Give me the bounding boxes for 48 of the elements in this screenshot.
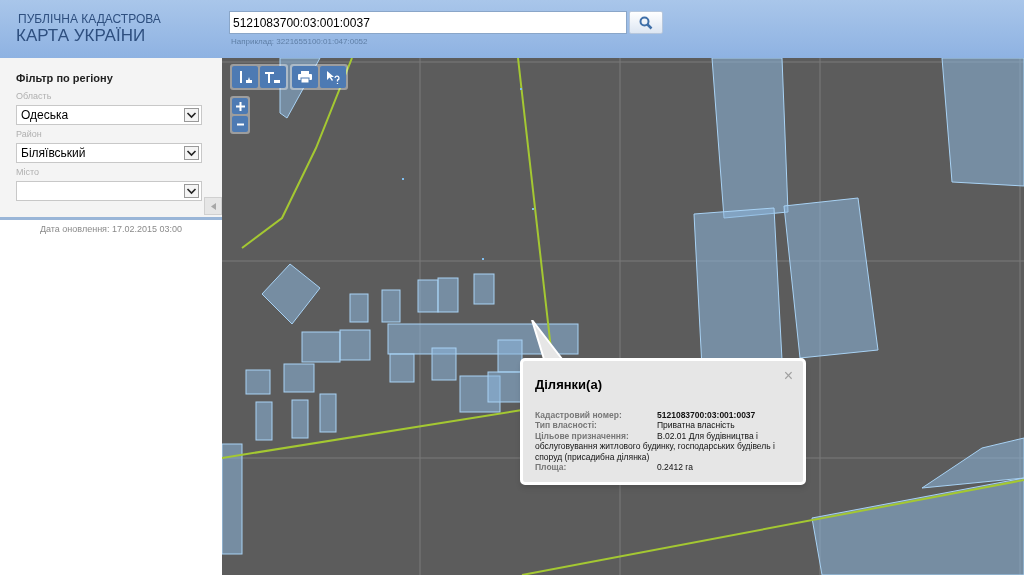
- print-button[interactable]: [292, 66, 318, 88]
- field-label: Область: [16, 89, 53, 101]
- ruler-icon: [237, 70, 253, 84]
- land-parcel: [437, 277, 459, 313]
- chevron-down-icon: [184, 183, 199, 198]
- cursor-question-icon: [326, 70, 340, 84]
- identify-button[interactable]: [320, 66, 346, 88]
- popup-pointer: [530, 320, 564, 360]
- popup-title: Ділянки(а): [535, 376, 603, 394]
- field-label: Район: [16, 127, 43, 139]
- print-icon: [298, 71, 312, 83]
- land-parcel: [301, 331, 341, 363]
- land-parcel: [349, 293, 369, 323]
- zoom-out-button[interactable]: [232, 116, 248, 132]
- chevron-down-icon: [184, 107, 199, 122]
- land-parcel: [459, 375, 501, 413]
- collapse-icon: [210, 202, 216, 210]
- measure-distance-button[interactable]: [232, 66, 258, 88]
- land-parcel: [291, 399, 309, 439]
- map-view[interactable]: [222, 58, 1024, 575]
- land-parcel: [245, 369, 271, 395]
- land-parcel: [261, 263, 321, 325]
- measure-area-button[interactable]: [260, 66, 286, 88]
- popup-row-text: Кадастровий номер: 5121083700:03:001:0037: [535, 409, 757, 420]
- dropdown[interactable]: Біляївський: [16, 142, 202, 163]
- land-parcel: [417, 279, 439, 313]
- site-title: КАРТА УКРАЇНИ: [16, 26, 146, 46]
- dropdown[interactable]: Одеська: [16, 104, 202, 125]
- land-parcel: [319, 393, 337, 433]
- search-button[interactable]: [629, 11, 663, 34]
- popup-row-text: Цільове призначення: В.02.01 Для будівництва і обслуговування житлового будинку, господарських будівель і споруд (присадибна ділянка): [535, 430, 776, 462]
- filter-title: Фільтр по регіону: [16, 71, 114, 86]
- zoom-in-button[interactable]: [232, 98, 248, 114]
- land-parcel: [473, 273, 495, 305]
- site-title: ПУБЛІЧНА КАДАСТРОВА: [17, 12, 162, 26]
- search-field[interactable]: 5121083700:03:001:0037: [229, 11, 627, 34]
- chevron-down-icon: [184, 145, 199, 160]
- popup-row-text: Площа: 0.2412 га: [535, 462, 694, 473]
- plus-icon: [235, 101, 245, 111]
- land-parcel: [283, 363, 315, 393]
- update-date: Дата оновлення: 17.02.2015 03:00: [38, 223, 184, 236]
- search-icon: [639, 15, 653, 30]
- field-label: Місто: [16, 165, 41, 177]
- search-example: Наприклад: 3221655100:01:047:0052: [230, 36, 369, 48]
- land-parcel: [339, 329, 371, 361]
- ruler-icon: [264, 70, 282, 84]
- popup-row-text: Тип власності: Приватна власність: [535, 420, 736, 431]
- land-parcel: [255, 401, 273, 441]
